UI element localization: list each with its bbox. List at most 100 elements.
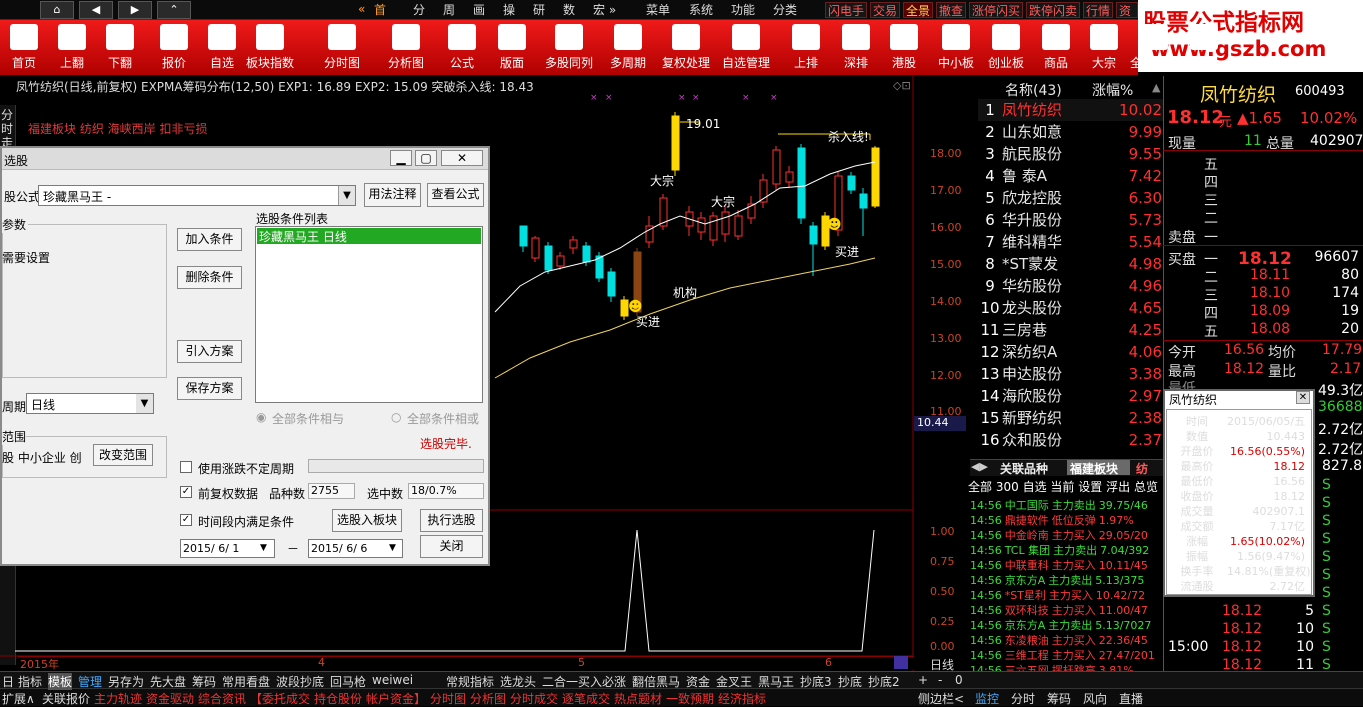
toolbar-button[interactable]: 复权处理 — [662, 21, 710, 75]
bottom-tab[interactable]: 抄底2 — [868, 673, 900, 690]
ranking-row[interactable]: 8 *ST蒙发 4.98 — [978, 253, 1163, 275]
limit-down-sell-button[interactable]: 跌停闪卖 — [1026, 2, 1081, 18]
chevron-down-icon[interactable]: ▼ — [389, 543, 396, 553]
tick-row[interactable]: 14:56 双环科技 主力买入 11.00/47 — [970, 602, 1164, 617]
period-checkbox[interactable]: ✓ — [180, 514, 192, 526]
toolbar-button[interactable]: 大宗 — [1080, 21, 1128, 75]
ranking-row[interactable]: 1 凤竹纺织 10.02 — [978, 99, 1163, 121]
ranking-header-name[interactable]: 名称(43) — [1005, 80, 1062, 100]
bottom-tab[interactable]: 资金 — [686, 673, 710, 690]
bottom-tab[interactable]: 模板 — [48, 673, 73, 690]
chevron-down-icon[interactable]: ▼ — [260, 543, 267, 553]
toolbar-button[interactable]: 分时图 — [318, 21, 366, 75]
tick-row[interactable]: 14:56 京东方A 主力卖出 5.13/7027 — [970, 617, 1164, 632]
toolbar-button[interactable]: 板块指数 — [246, 21, 294, 75]
import-plan-button[interactable]: 引入方案 — [177, 340, 242, 363]
ranking-row[interactable]: 13 申达股份 3.38 — [978, 363, 1163, 385]
menu-fen[interactable]: 分 — [413, 2, 425, 18]
bottom-tab[interactable]: 黑马王 — [758, 673, 794, 690]
ranking-row[interactable]: 6 华升股份 5.73 — [978, 209, 1163, 231]
bottom-link[interactable]: 分时图 — [430, 690, 466, 707]
minimize-button[interactable]: ▁ — [390, 150, 412, 166]
toolbar-button[interactable]: 中小板 — [932, 21, 980, 75]
bottom-left-icon[interactable]: 日 — [2, 673, 14, 690]
toolbar-button[interactable]: 外汇 — [1180, 21, 1228, 75]
bottom-link[interactable]: 【委托成交 — [250, 690, 310, 707]
bottom-link[interactable]: 帐户资金】 — [366, 690, 426, 707]
to-board-button[interactable]: 选股入板块 — [332, 509, 402, 532]
bottom-tab[interactable]: 常规指标 — [446, 673, 494, 690]
menu-data[interactable]: 数 — [563, 2, 575, 18]
view-formula-button[interactable]: 查看公式 — [427, 183, 484, 207]
bottom-tab[interactable]: 筹码 — [192, 673, 216, 690]
home-nav-button[interactable]: ⌂ — [40, 1, 74, 19]
bottom-tab[interactable]: 先大盘 — [150, 673, 186, 690]
toolbar-button[interactable]: 深排 — [832, 21, 880, 75]
bottom-link[interactable]: 一致预期 — [666, 690, 714, 707]
adjust-checkbox[interactable]: ✓ — [180, 486, 192, 498]
ranking-row[interactable]: 2 山东如意 9.99 — [978, 121, 1163, 143]
toolbar-button[interactable]: 报价 — [150, 21, 198, 75]
tick-row[interactable]: 14:56 鼎捷软件 低位反弹 1.97% — [970, 512, 1164, 527]
ranking-row[interactable]: 14 海欣股份 2.97 — [978, 385, 1163, 407]
panorama-button[interactable]: 全景 — [903, 2, 934, 18]
toolbar-button[interactable]: 多周期 — [604, 21, 652, 75]
bottom-link[interactable]: 分时成交 — [510, 690, 558, 707]
close-button[interactable]: 关闭 — [420, 535, 483, 558]
bottom-misc-button[interactable]: - — [938, 673, 942, 687]
toolbar-button[interactable]: 下翻 — [96, 21, 144, 75]
bottom-link[interactable]: 主力轨迹 — [94, 690, 142, 707]
ranking-row[interactable]: 10 龙头股份 4.65 — [978, 297, 1163, 319]
save-plan-button[interactable]: 保存方案 — [177, 377, 242, 400]
bottom-right-tab[interactable]: 风向 — [1083, 690, 1107, 707]
tab-textile[interactable]: 纺 — [1136, 460, 1148, 477]
ranking-row[interactable]: 15 新野纺织 2.38 — [978, 407, 1163, 429]
popup-close-icon[interactable]: ✕ — [1296, 391, 1310, 404]
toolbar-button[interactable]: 上翻 — [48, 21, 96, 75]
toolbar-button[interactable]: 上排 — [782, 21, 830, 75]
menu-research[interactable]: 研 — [533, 2, 545, 18]
uncertain-checkbox[interactable] — [180, 461, 192, 473]
toolbar-button[interactable]: 版面 — [488, 21, 536, 75]
scroll-marker[interactable] — [894, 656, 908, 669]
close-x-button[interactable]: ✕ — [441, 150, 483, 166]
chevron-down-icon[interactable]: ▼ — [136, 394, 153, 413]
bottom-tab[interactable]: 抄底3 — [800, 673, 832, 690]
back-nav-button[interactable]: ◀ — [79, 1, 113, 19]
bottom-link[interactable]: 逐笔成交 — [562, 690, 610, 707]
condition-list[interactable] — [255, 226, 483, 403]
bottom-link[interactable]: 关联报价 — [42, 690, 90, 707]
toolbar-button[interactable]: 分析图 — [382, 21, 430, 75]
cancel-query-button[interactable]: 撤查 — [936, 2, 967, 18]
period-select[interactable]: 日线 — [26, 393, 154, 414]
delete-condition-button[interactable]: 删除条件 — [177, 266, 242, 289]
tab-prev-icon[interactable]: ◀▶ — [971, 460, 988, 473]
ranking-row[interactable]: 9 华纺股份 4.96 — [978, 275, 1163, 297]
bottom-tab[interactable]: 回马枪 — [330, 673, 366, 690]
toolbar-button[interactable]: 自选 — [198, 21, 246, 75]
menu-main[interactable]: 菜单 — [646, 2, 670, 18]
bottom-right-tab[interactable]: 筹码 — [1047, 690, 1071, 707]
bottom-link[interactable]: 持仓股份 — [314, 690, 362, 707]
ranking-row[interactable]: 5 欣龙控股 6.30 — [978, 187, 1163, 209]
bottom-link[interactable]: 经济指标 — [718, 690, 766, 707]
bottom-tab[interactable]: 二合一买入必涨 — [542, 673, 626, 690]
bottom-tab[interactable]: 抄底 — [838, 673, 862, 690]
bottom-link[interactable]: 热点题材 — [614, 690, 662, 707]
bottom-tab[interactable]: 波段抄底 — [276, 673, 324, 690]
chevron-down-icon[interactable]: ▼ — [338, 186, 355, 205]
toolbar-button[interactable]: 多股同列 — [545, 21, 593, 75]
tab-related[interactable]: 关联品种 — [1000, 460, 1048, 477]
menu-operate[interactable]: 操 — [503, 2, 515, 18]
menu-collapse-icon[interactable]: « — [358, 2, 365, 16]
tick-row[interactable]: 14:56 TCL 集团 主力卖出 7.04/392 — [970, 542, 1164, 557]
bottom-link[interactable]: 分析图 — [470, 690, 506, 707]
toolbar-button[interactable]: 自选管理 — [722, 21, 770, 75]
news-button[interactable]: 资讯 — [1116, 2, 1138, 18]
tick-row[interactable]: 14:56 *ST星利 主力买入 10.42/72 — [970, 587, 1164, 602]
menu-home[interactable]: 首 — [374, 2, 386, 18]
forward-nav-button[interactable]: ▶ — [118, 1, 152, 19]
maximize-button[interactable]: ▢ — [415, 150, 437, 166]
sidebar-toggle[interactable]: 侧边栏< — [918, 690, 964, 707]
menu-function[interactable]: 功能 — [731, 2, 755, 18]
